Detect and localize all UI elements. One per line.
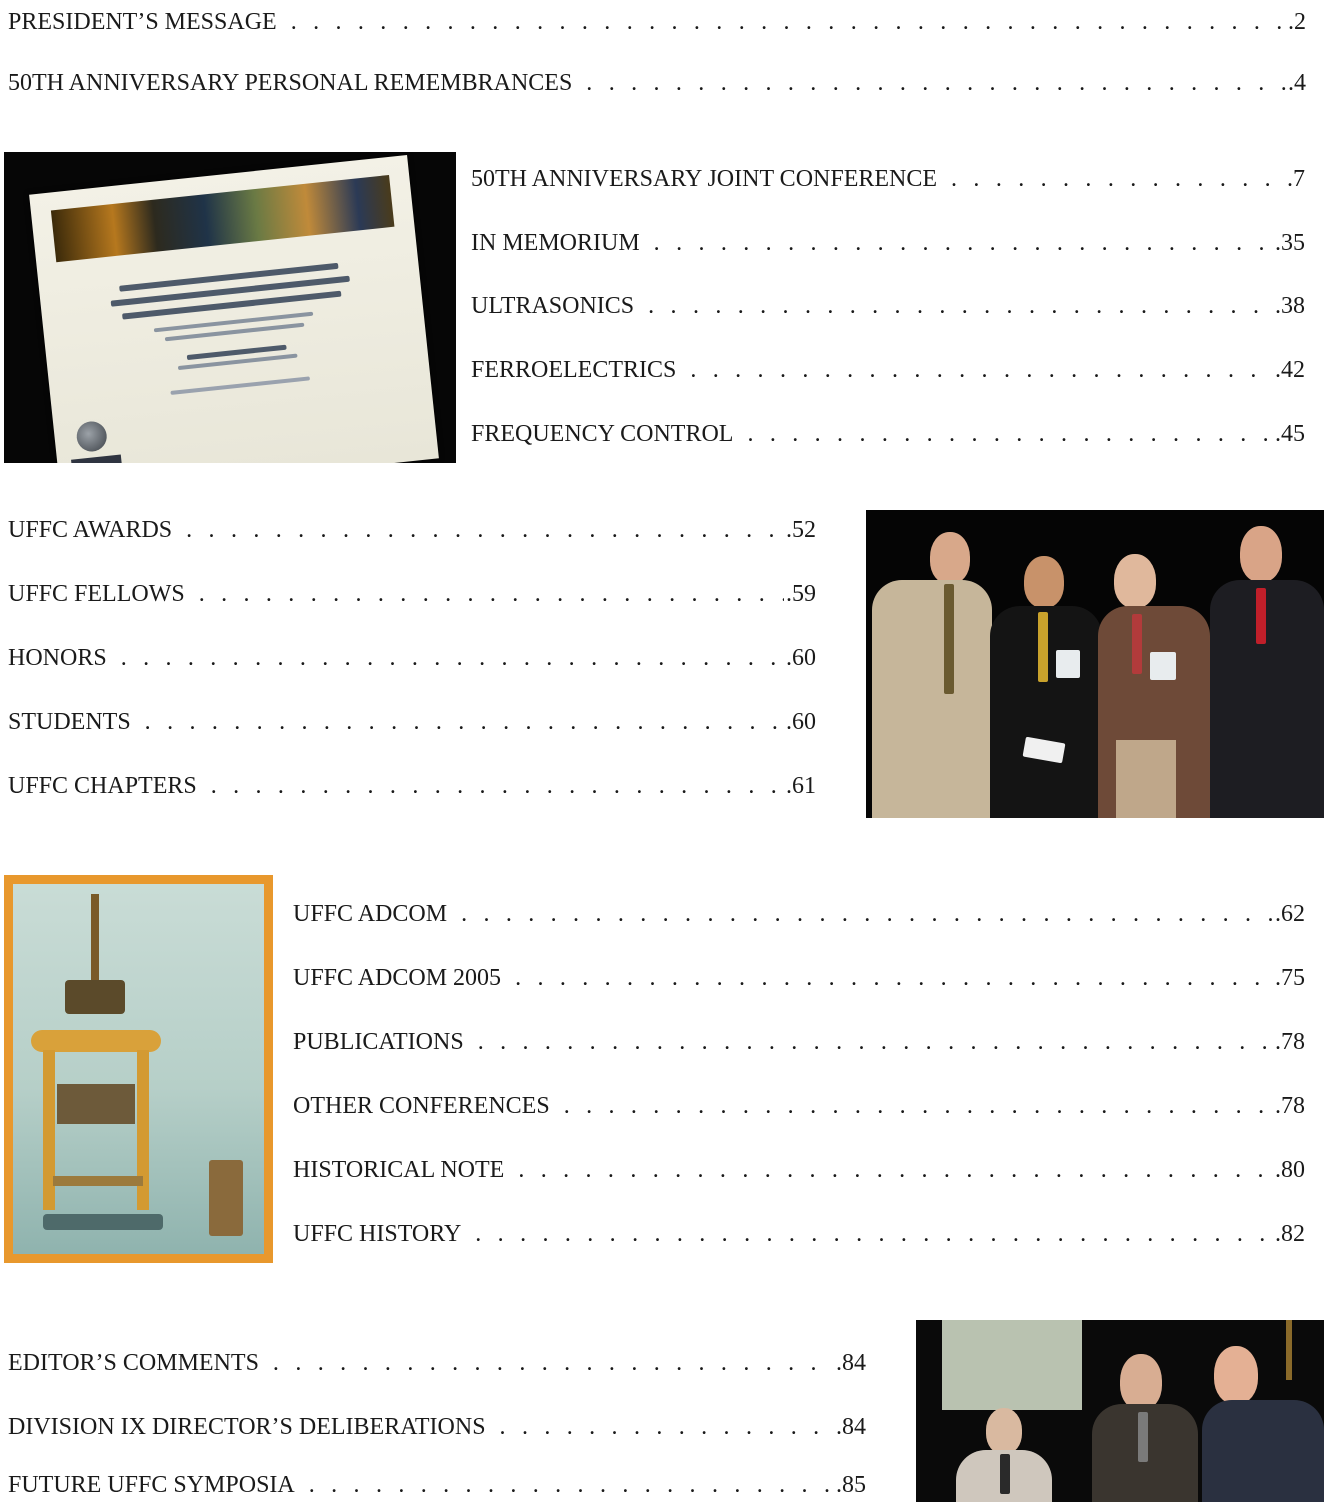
toc-entry[interactable]: HONORS . . . . . . . . . . . . . . . . .…: [8, 643, 816, 673]
toc-title: UFFC AWARDS: [8, 517, 173, 543]
program-booklet: [29, 154, 439, 463]
toc-entry[interactable]: HISTORICAL NOTE . . . . . . . . . . . . …: [293, 1155, 1305, 1185]
toc-entry[interactable]: UFFC AWARDS . . . . . . . . . . . . . . …: [8, 515, 816, 545]
toc-entry[interactable]: 50TH ANNIVERSARY PERSONAL REMEMBRANCES .…: [8, 68, 1306, 98]
toc-page-number: .42: [1275, 357, 1305, 383]
toc-title: UFFC ADCOM: [293, 901, 448, 927]
toc-page-number: .60: [786, 645, 816, 671]
toc-page-number: .4: [1288, 70, 1306, 96]
dot-leader: . . . . . . . . . . . . . . . . . . . . …: [308, 1472, 834, 1498]
dot-leader: . . . . . . . . . . . . . . . . . . . . …: [477, 1029, 1273, 1055]
conference-program-photo: [4, 152, 456, 463]
toc-entry[interactable]: IN MEMORIUM . . . . . . . . . . . . . . …: [471, 228, 1305, 258]
toc-entry[interactable]: UFFC ADCOM . . . . . . . . . . . . . . .…: [293, 899, 1305, 929]
toc-page-number: .7: [1287, 166, 1305, 192]
toc-title: FREQUENCY CONTROL: [471, 421, 734, 447]
three-men-photo: [916, 1320, 1324, 1502]
dot-leader: . . . . . . . . . . . . . . . . . . . . …: [951, 166, 1285, 192]
toc-page-number: .85: [836, 1472, 866, 1498]
dot-leader: . . . . . . . . . . . . . . . . . . . . …: [518, 1157, 1273, 1183]
toc-title: UFFC FELLOWS: [8, 581, 185, 607]
toc-entry[interactable]: STUDENTS . . . . . . . . . . . . . . . .…: [8, 707, 816, 737]
toc-page-number: .38: [1275, 293, 1305, 319]
toc-page-number: .60: [786, 709, 816, 735]
toc-title: HONORS: [8, 645, 107, 671]
toc-entry[interactable]: UFFC FELLOWS . . . . . . . . . . . . . .…: [8, 579, 816, 609]
toc-entry[interactable]: FERROELECTRICS . . . . . . . . . . . . .…: [471, 355, 1305, 385]
toc-entry[interactable]: FUTURE UFFC SYMPOSIA . . . . . . . . . .…: [8, 1470, 866, 1500]
dot-leader: . . . . . . . . . . . . . . . . . . . . …: [515, 965, 1273, 991]
dot-leader: . . . . . . . . . . . . . . . . . . . . …: [272, 1350, 834, 1376]
apparatus-image: [13, 884, 264, 1254]
dot-leader: . . . . . . . . . . . . . . . . . . . . …: [475, 1221, 1273, 1247]
toc-title: FERROELECTRICS: [471, 357, 677, 383]
toc-entry[interactable]: PUBLICATIONS . . . . . . . . . . . . . .…: [293, 1027, 1305, 1057]
toc-page-number: .78: [1275, 1093, 1305, 1119]
toc-page-number: .84: [836, 1350, 866, 1376]
dot-leader: . . . . . . . . . . . . . . . . . . . . …: [653, 230, 1273, 256]
dot-leader: . . . . . . . . . . . . . . . . . . . . …: [499, 1414, 834, 1440]
toc-title: 50TH ANNIVERSARY JOINT CONFERENCE: [471, 166, 938, 192]
toc-title: EDITOR’S COMMENTS: [8, 1350, 259, 1376]
toc-page-number: .62: [1275, 901, 1305, 927]
toc-entry[interactable]: ULTRASONICS . . . . . . . . . . . . . . …: [471, 291, 1305, 321]
toc-entry[interactable]: FREQUENCY CONTROL . . . . . . . . . . . …: [471, 419, 1305, 449]
toc-page-number: .59: [786, 581, 816, 607]
dot-leader: . . . . . . . . . . . . . . . . . . . . …: [461, 901, 1273, 927]
toc-page-number: .84: [836, 1414, 866, 1440]
booklet-text-line: [170, 376, 311, 395]
toc-entry[interactable]: 50TH ANNIVERSARY JOINT CONFERENCE . . . …: [471, 164, 1305, 194]
dot-leader: . . . . . . . . . . . . . . . . . . . . …: [747, 421, 1273, 447]
photo-strip: [50, 174, 395, 263]
toc-title: UFFC ADCOM 2005: [293, 965, 502, 991]
toc-title: PRESIDENT’S MESSAGE: [8, 9, 277, 35]
toc-title: 50TH ANNIVERSARY PERSONAL REMEMBRANCES: [8, 70, 573, 96]
dot-leader: . . . . . . . . . . . . . . . . . . . . …: [210, 773, 784, 799]
toc-title: OTHER CONFERENCES: [293, 1093, 550, 1119]
toc-title: UFFC HISTORY: [293, 1221, 462, 1247]
toc-title: UFFC CHAPTERS: [8, 773, 197, 799]
historical-apparatus-photo: [4, 875, 273, 1263]
toc-page-number: .45: [1275, 421, 1305, 447]
dot-leader: . . . . . . . . . . . . . . . . . . . . …: [648, 293, 1273, 319]
globe-logo-icon: [75, 419, 109, 453]
toc-entry[interactable]: OTHER CONFERENCES . . . . . . . . . . . …: [293, 1091, 1305, 1121]
dot-leader: . . . . . . . . . . . . . . . . . . . . …: [290, 9, 1286, 35]
dot-leader: . . . . . . . . . . . . . . . . . . . . …: [120, 645, 784, 671]
toc-title: STUDENTS: [8, 709, 131, 735]
toc-title: FUTURE UFFC SYMPOSIA: [8, 1472, 295, 1498]
toc-page-number: .61: [786, 773, 816, 799]
toc-title: ULTRASONICS: [471, 293, 635, 319]
dot-leader: . . . . . . . . . . . . . . . . . . . . …: [690, 357, 1273, 383]
poster-board: [942, 1320, 1082, 1410]
microphone-stand: [1286, 1320, 1292, 1380]
toc-page-number: .82: [1275, 1221, 1305, 1247]
toc-entry[interactable]: UFFC ADCOM 2005 . . . . . . . . . . . . …: [293, 963, 1305, 993]
toc-title: DIVISION IX DIRECTOR’S DELIBERATIONS: [8, 1414, 486, 1440]
toc-entry[interactable]: DIVISION IX DIRECTOR’S DELIBERATIONS . .…: [8, 1412, 866, 1442]
award-group-photo: [866, 510, 1324, 818]
toc-entry[interactable]: UFFC CHAPTERS . . . . . . . . . . . . . …: [8, 771, 816, 801]
toc-page-number: .2: [1288, 9, 1306, 35]
dot-leader: . . . . . . . . . . . . . . . . . . . . …: [144, 709, 784, 735]
dot-leader: . . . . . . . . . . . . . . . . . . . . …: [586, 70, 1286, 96]
dot-leader: . . . . . . . . . . . . . . . . . . . . …: [186, 517, 784, 543]
toc-page-number: .78: [1275, 1029, 1305, 1055]
ieee-logo-icon: [71, 454, 122, 463]
toc-page-number: .52: [786, 517, 816, 543]
dot-leader: . . . . . . . . . . . . . . . . . . . . …: [198, 581, 784, 607]
toc-entry[interactable]: EDITOR’S COMMENTS . . . . . . . . . . . …: [8, 1348, 866, 1378]
dot-leader: . . . . . . . . . . . . . . . . . . . . …: [563, 1093, 1273, 1119]
toc-title: IN MEMORIUM: [471, 230, 640, 256]
toc-entry[interactable]: PRESIDENT’S MESSAGE . . . . . . . . . . …: [8, 7, 1306, 37]
toc-title: PUBLICATIONS: [293, 1029, 464, 1055]
toc-page-number: .75: [1275, 965, 1305, 991]
toc-entry[interactable]: UFFC HISTORY . . . . . . . . . . . . . .…: [293, 1219, 1305, 1249]
toc-page-number: .35: [1275, 230, 1305, 256]
toc-title: HISTORICAL NOTE: [293, 1157, 505, 1183]
toc-page-number: .80: [1275, 1157, 1305, 1183]
